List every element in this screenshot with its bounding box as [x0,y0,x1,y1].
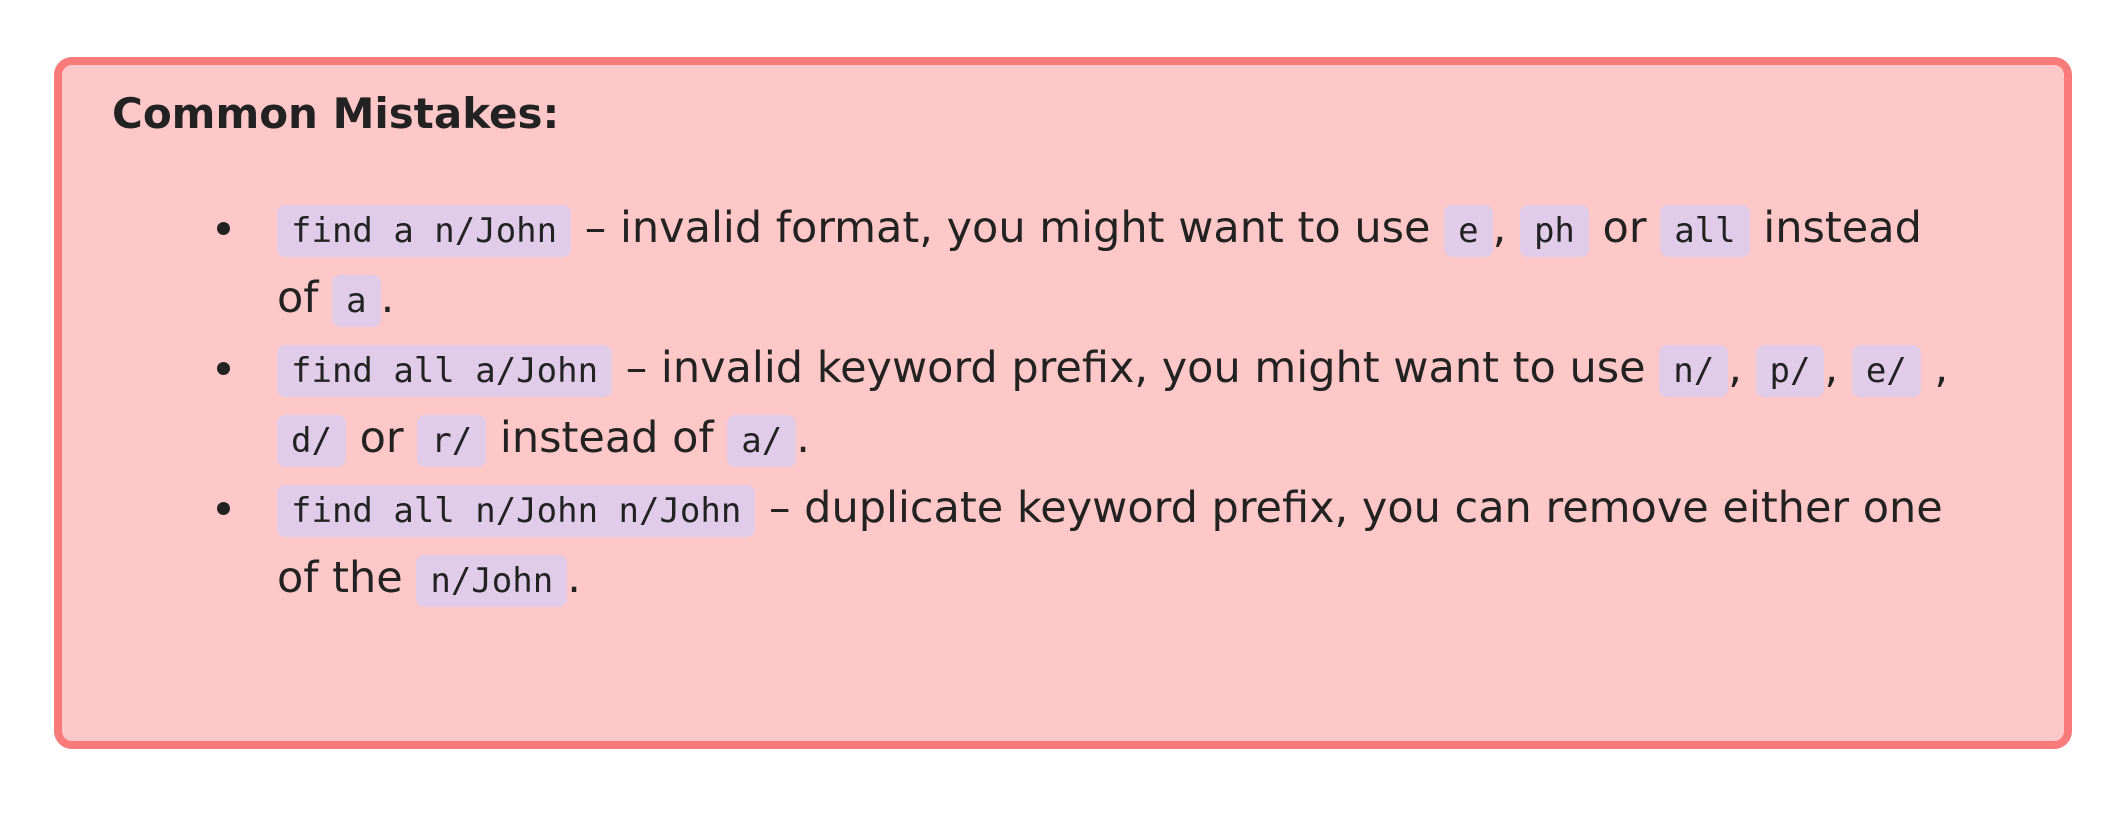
suggested-prefix: p/ [1755,345,1825,397]
separator-text: . [567,553,581,603]
duplicate-prefix: n/John [416,555,568,607]
command-example: find all a/John [277,345,613,397]
separator-text: , [1728,343,1756,393]
suggested-prefix: e/ [1851,345,1921,397]
suggested-prefix: d/ [277,415,346,467]
suggested-value: ph [1519,205,1589,257]
mistakes-list: find a n/John – invalid format, you migh… [215,195,1965,615]
bullet-icon [217,362,230,375]
bullet-icon [217,502,230,515]
invalid-value: a [332,275,381,327]
command-example: find a n/John [277,205,572,257]
mistake-explanation: – invalid format, you might want to use [571,203,1445,253]
suggested-prefix: n/ [1659,345,1729,397]
separator-text: instead of [486,413,728,463]
invalid-prefix: a/ [727,415,797,467]
separator-text: , [1920,343,1949,393]
mistake-item-invalid-format: find a n/John – invalid format, you migh… [215,195,1965,335]
common-mistakes-heading: Common Mistakes: [112,89,560,138]
separator-text: . [796,413,810,463]
suggested-prefix: r/ [417,415,487,467]
bullet-icon [217,222,230,235]
suggested-value: e [1444,205,1493,257]
suggested-value: all [1660,205,1750,257]
mistake-explanation: – invalid keyword prefix, you might want… [612,343,1660,393]
separator-text: , [1492,203,1520,253]
separator-text: or [1588,203,1661,253]
separator-text: , [1824,343,1852,393]
separator-text: . [380,273,395,323]
mistake-item-invalid-prefix: find all a/John – invalid keyword prefix… [215,335,1965,475]
separator-text: or [345,413,418,463]
mistake-item-duplicate-prefix: find all n/John n/John – duplicate keywo… [215,475,1965,615]
command-example: find all n/John n/John [277,485,756,537]
